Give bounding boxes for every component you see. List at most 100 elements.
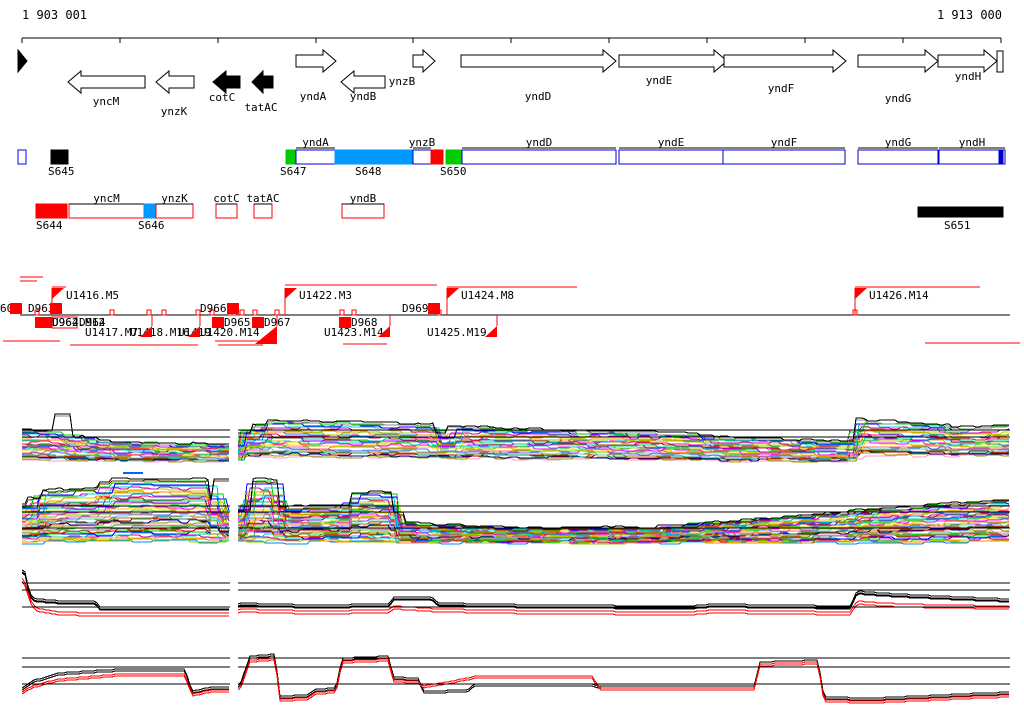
probe-tick-box[interactable] — [339, 309, 345, 316]
gene-label-yndB: yndB — [350, 90, 377, 103]
gene-label-yndE: yndE — [646, 74, 673, 87]
ruler — [21, 37, 1002, 43]
up-flag-icon[interactable] — [52, 288, 64, 299]
segment-gene-label-ynzK[interactable]: ynzK — [161, 192, 188, 205]
gene-arrow-ynzB[interactable] — [412, 48, 436, 74]
probe-tick-box[interactable] — [274, 309, 280, 316]
up-flag-icon[interactable] — [447, 288, 459, 299]
segment-box-ynzB[interactable] — [412, 149, 432, 165]
probe-box-D969[interactable] — [428, 303, 440, 314]
segment-box-yncM[interactable] — [68, 203, 145, 219]
segment-box-yndF[interactable] — [722, 149, 846, 165]
browser-canvas[interactable]: yncM ynzK cotC tatAC yndA yndB ynzB yndD yndE ynd… — [0, 0, 1024, 714]
profile-2[interactable] — [22, 477, 1010, 545]
segment-gene-label-yndB[interactable]: yndB — [350, 192, 377, 205]
segment-gene-label-yndA[interactable]: yndA — [302, 136, 329, 149]
gene-label-yndF: yndF — [768, 82, 795, 95]
profile-plots[interactable] — [21, 398, 1010, 714]
probe-box-D963[interactable] — [50, 303, 62, 314]
probe-label-U1420.M14[interactable]: U1420.M14 — [200, 326, 260, 339]
gene-arrow-tatAC[interactable] — [251, 69, 274, 95]
segment-box-yndA[interactable] — [295, 149, 336, 165]
profile-line — [21, 569, 229, 608]
segment-gene-label-cotC[interactable]: cotC — [213, 192, 240, 205]
segment-box-S647[interactable] — [285, 149, 297, 165]
segment-track-b: S644 yncM S646 ynzK cotC tatAC yndB S651 — [35, 192, 1004, 232]
profile-3[interactable] — [21, 569, 1010, 617]
segment-gene-label-yndD[interactable]: yndD — [526, 136, 553, 149]
segment-box-S651[interactable] — [917, 206, 1004, 218]
segment-track-a: S645 S647 yndA S648 ynzB S650 yndD yndE yndF yndG… — [17, 136, 1006, 178]
probe-label-U1423.M14[interactable]: U1423.M14 — [324, 326, 384, 339]
coverage-gap — [230, 398, 238, 714]
segment-gene-label-ynzB[interactable]: ynzB — [409, 136, 436, 149]
probe-label-U1426.M14[interactable]: U1426.M14 — [869, 289, 929, 302]
gene-arrow-track: yncM ynzK cotC tatAC yndA yndB ynzB yndD yndE ynd… — [17, 48, 1004, 118]
segment-box-S648[interactable] — [334, 149, 414, 165]
probe-label-U1422.M3[interactable]: U1422.M3 — [299, 289, 352, 302]
gene-arrow-yndD[interactable] — [460, 48, 617, 74]
probe-tick-box[interactable] — [351, 309, 357, 316]
segment-id-label-S647: S647 — [280, 165, 307, 178]
gene-arrow-partial-right[interactable] — [996, 50, 1004, 73]
segment-box-ynzK[interactable] — [155, 203, 194, 219]
gene-label-yndD: yndD — [525, 90, 552, 103]
gene-arrow-cotC[interactable] — [212, 69, 241, 95]
up-flag-icon[interactable] — [285, 288, 297, 299]
probe-box-60[interactable] — [10, 303, 22, 314]
probe-tick-box[interactable] — [109, 309, 115, 316]
segment-gene-label-yndE[interactable]: yndE — [658, 136, 685, 149]
down-flag-icon[interactable] — [485, 326, 497, 337]
probe-box-cluster[interactable] — [35, 317, 52, 328]
gene-arrow-yncM[interactable] — [67, 69, 146, 95]
segment-box[interactable] — [17, 149, 27, 165]
segment-box-S650[interactable] — [445, 149, 463, 165]
segment-box-yndB[interactable] — [341, 203, 385, 219]
up-flag-icon[interactable] — [855, 288, 867, 299]
gene-arrow-yndG[interactable] — [857, 48, 939, 74]
gene-label-yndH: yndH — [955, 70, 982, 83]
segment-gene-label-yndF[interactable]: yndF — [771, 136, 798, 149]
gene-arrow-yndH[interactable] — [937, 48, 998, 74]
probe-tick-box[interactable] — [252, 309, 258, 316]
probe-label-U1425.M19[interactable]: U1425.M19 — [427, 326, 487, 339]
segment-box-S644[interactable] — [35, 203, 68, 219]
segment-id-label-S651: S651 — [944, 219, 971, 232]
segment-gene-label-yncM[interactable]: yncM — [93, 192, 120, 205]
gene-arrow-ynzK[interactable] — [155, 69, 195, 95]
segment-box-yndH[interactable] — [938, 149, 1006, 165]
gene-label-cotC: cotC — [209, 91, 236, 104]
segment-gene-label-yndH[interactable]: yndH — [959, 136, 986, 149]
probe-box-D966[interactable] — [227, 303, 239, 314]
gene-label-ynzB: ynzB — [389, 75, 416, 88]
segment-box[interactable] — [430, 149, 444, 165]
gene-arrow-partial-left[interactable] — [17, 48, 28, 74]
profile-4[interactable] — [21, 653, 1010, 704]
probe-label-U1416.M5[interactable]: U1416.M5 — [66, 289, 119, 302]
segment-box[interactable] — [998, 149, 1004, 165]
probe-label-D966[interactable]: D966 — [200, 302, 227, 315]
profile-line — [21, 668, 229, 692]
segment-box-S645[interactable] — [50, 149, 69, 165]
segment-box-yndG[interactable] — [857, 149, 939, 165]
probe-tick-box[interactable] — [161, 309, 167, 316]
segment-box-cotC[interactable] — [215, 203, 238, 219]
gene-arrow-yndF[interactable] — [723, 48, 847, 74]
segment-box-yndE[interactable] — [618, 149, 724, 165]
probe-label-D969[interactable]: D969 — [402, 302, 429, 315]
segment-box-tatAC[interactable] — [253, 203, 273, 219]
segment-gene-label-tatAC[interactable]: tatAC — [246, 192, 279, 205]
profile-series — [238, 483, 1010, 531]
segment-box-yndD[interactable] — [461, 149, 617, 165]
segment-box-S646[interactable] — [143, 203, 157, 219]
gene-arrow-yndE[interactable] — [618, 48, 728, 74]
gene-arrow-yndA[interactable] — [295, 48, 337, 74]
profile-line — [21, 572, 229, 611]
probe-tick-box[interactable] — [146, 309, 152, 316]
probe-label-U1424.M8[interactable]: U1424.M8 — [461, 289, 514, 302]
gene-label-yndA: yndA — [300, 90, 327, 103]
probe-tick-box[interactable] — [239, 309, 245, 316]
segment-gene-label-yndG[interactable]: yndG — [885, 136, 912, 149]
genome-browser: 1 903 001 1 913 000 yncM ynzK cotC tatAC ynd… — [0, 0, 1024, 714]
profile-1[interactable] — [22, 413, 1010, 463]
